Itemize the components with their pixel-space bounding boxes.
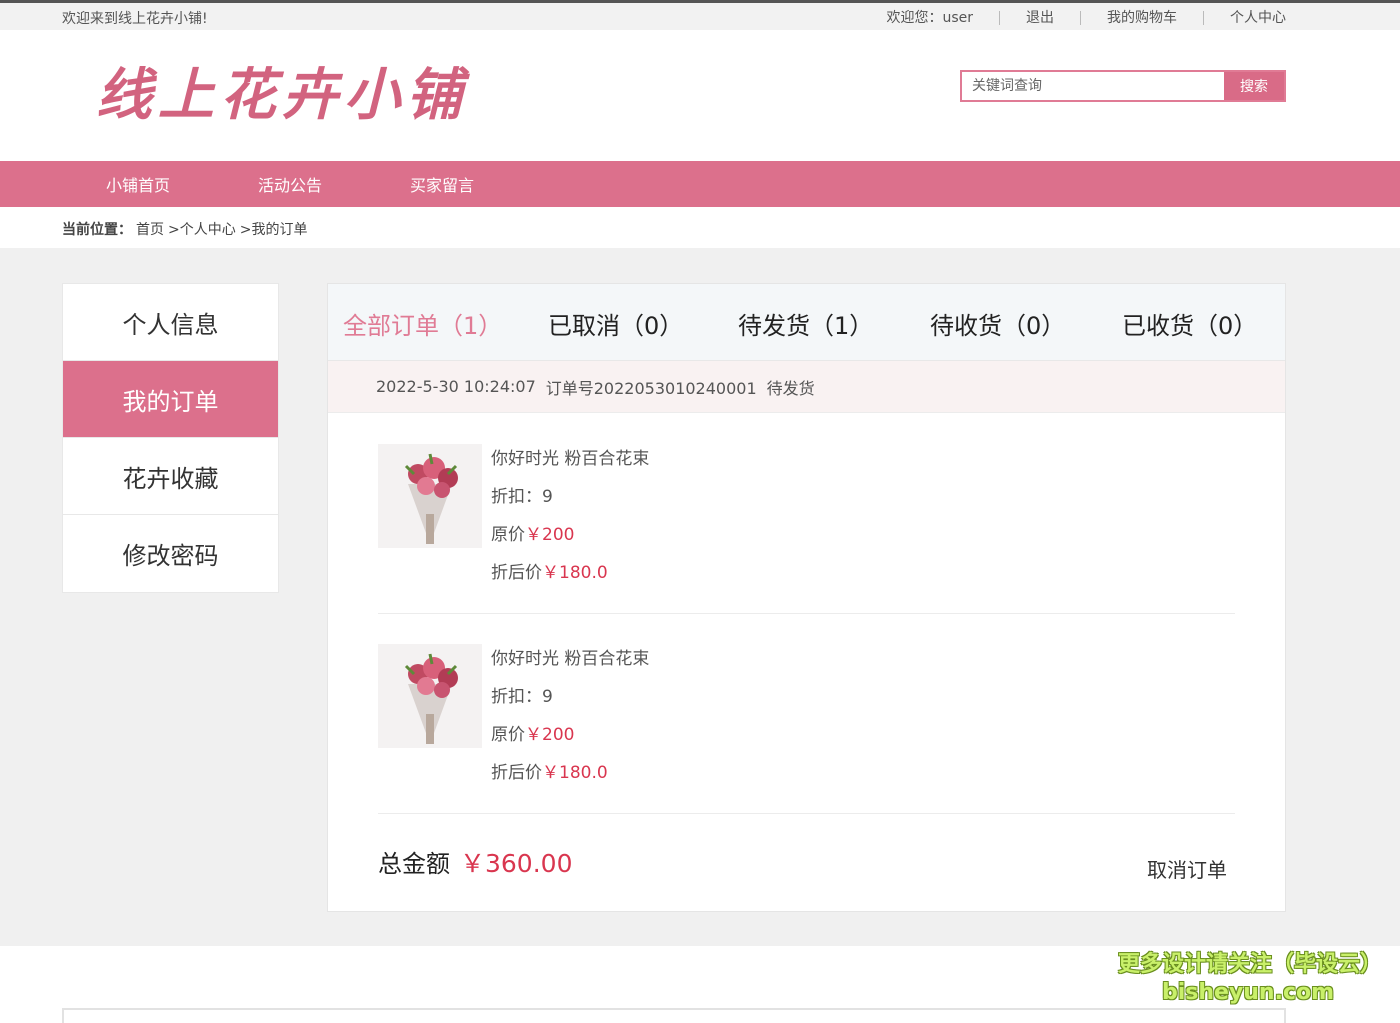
order-header: 2022-5-30 10:24:07 订单号2022053010240001 待… — [328, 361, 1285, 413]
breadcrumb-profile[interactable]: >个人中心 — [168, 219, 236, 239]
orig-price-label: 原价 — [491, 525, 525, 545]
order-number: 订单号2022053010240001 — [545, 378, 757, 398]
main-nav: 小铺首页 活动公告 买家留言 — [0, 161, 1400, 207]
watermark-line1: 更多设计请关注（毕设云） — [1118, 952, 1383, 977]
orig-price: ￥200 — [525, 725, 575, 745]
order-time: 2022-5-30 10:24:07 — [376, 377, 536, 396]
tab-pending-receive[interactable]: 待收货（0） — [930, 306, 1065, 341]
discount-label: 折扣： — [491, 687, 542, 707]
sidebar-item-profile[interactable]: 个人信息 — [63, 284, 278, 361]
tab-all-orders[interactable]: 全部订单（1） — [343, 306, 502, 341]
nav-item-messages[interactable]: 买家留言 — [410, 172, 474, 196]
logout-link[interactable]: 退出 — [999, 11, 1080, 25]
sidebar-item-password[interactable]: 修改密码 — [63, 515, 278, 592]
orig-price-row: 原价￥200 — [491, 720, 649, 758]
breadcrumb-home[interactable]: 首页 — [136, 219, 164, 239]
order-total: 总金额 ￥360.00 — [378, 844, 572, 880]
nav-item-announcements[interactable]: 活动公告 — [258, 172, 322, 196]
top-bar: 欢迎来到线上花卉小铺! 欢迎您：user 退出 我的购物车 个人中心 — [0, 0, 1400, 30]
order-status: 待发货 — [766, 378, 815, 398]
discount-row: 折扣：9 — [491, 482, 649, 520]
breadcrumb: 当前位置： 首页 >个人中心 >我的订单 — [62, 219, 311, 239]
discount-label: 折扣： — [491, 487, 542, 507]
orig-price-label: 原价 — [491, 725, 525, 745]
product-image[interactable] — [378, 644, 482, 748]
discount-row: 折扣：9 — [491, 682, 649, 720]
order-tabs: 全部订单（1） 已取消（0） 待发货（1） 待收货（0） 已收货（0） — [328, 284, 1285, 361]
after-price-row: 折后价￥180.0 — [491, 558, 649, 596]
order-item: 你好时光 粉百合花束 折扣：9 原价￥200 折后价￥180.0 — [378, 414, 1235, 614]
bouquet-icon — [404, 653, 458, 744]
sidebar: 个人信息 我的订单 花卉收藏 修改密码 — [62, 283, 279, 593]
product-image[interactable] — [378, 444, 482, 548]
after-price-label: 折后价 — [491, 763, 542, 783]
tab-cancelled[interactable]: 已取消（0） — [548, 306, 683, 341]
after-price: ￥180.0 — [542, 763, 608, 783]
header: 线上花卉小铺 搜索 — [0, 30, 1400, 160]
total-label: 总金额 — [378, 850, 450, 878]
after-price-label: 折后价 — [491, 563, 542, 583]
after-price: ￥180.0 — [542, 563, 608, 583]
order-item: 你好时光 粉百合花束 折扣：9 原价￥200 折后价￥180.0 — [378, 614, 1235, 814]
cart-link[interactable]: 我的购物车 — [1080, 11, 1203, 25]
orig-price-row: 原价￥200 — [491, 520, 649, 558]
welcome-text: 欢迎来到线上花卉小铺! — [62, 11, 208, 27]
discount-value: 9 — [542, 687, 553, 707]
breadcrumb-orders: >我的订单 — [239, 222, 308, 238]
product-info: 你好时光 粉百合花束 折扣：9 原价￥200 折后价￥180.0 — [491, 644, 649, 796]
product-name[interactable]: 你好时光 粉百合花束 — [491, 644, 649, 682]
product-info: 你好时光 粉百合花束 折扣：9 原价￥200 折后价￥180.0 — [491, 444, 649, 596]
user-greeting: 欢迎您：user — [886, 10, 973, 26]
tab-pending-ship[interactable]: 待发货（1） — [738, 306, 873, 341]
discount-value: 9 — [542, 487, 553, 507]
profile-link[interactable]: 个人中心 — [1203, 11, 1286, 25]
bouquet-icon — [404, 453, 458, 544]
watermark: 更多设计请关注（毕设云） bisheyun.com — [1118, 946, 1383, 1005]
watermark-line2: bisheyun.com — [1161, 980, 1335, 1005]
product-name[interactable]: 你好时光 粉百合花束 — [491, 444, 649, 482]
orders-panel: 全部订单（1） 已取消（0） 待发货（1） 待收货（0） 已收货（0） 2022… — [327, 283, 1286, 912]
total-amount: ￥360.00 — [460, 849, 573, 878]
nav-item-home[interactable]: 小铺首页 — [106, 172, 170, 196]
sidebar-item-orders[interactable]: 我的订单 — [63, 361, 278, 438]
after-price-row: 折后价￥180.0 — [491, 758, 649, 796]
search-button[interactable]: 搜索 — [1224, 72, 1284, 100]
site-logo[interactable]: 线上花卉小铺 — [96, 50, 468, 131]
cancel-order-button[interactable]: 取消订单 — [1147, 854, 1227, 883]
search-box: 搜索 — [960, 70, 1286, 102]
tab-received[interactable]: 已收货（0） — [1122, 306, 1257, 341]
top-links: 欢迎您：user 退出 我的购物车 个人中心 — [860, 8, 1286, 25]
footer-box — [62, 1008, 1286, 1023]
orig-price: ￥200 — [525, 525, 575, 545]
breadcrumb-label: 当前位置： — [62, 222, 132, 238]
sidebar-item-favorites[interactable]: 花卉收藏 — [63, 438, 278, 515]
search-input[interactable] — [962, 72, 1224, 100]
